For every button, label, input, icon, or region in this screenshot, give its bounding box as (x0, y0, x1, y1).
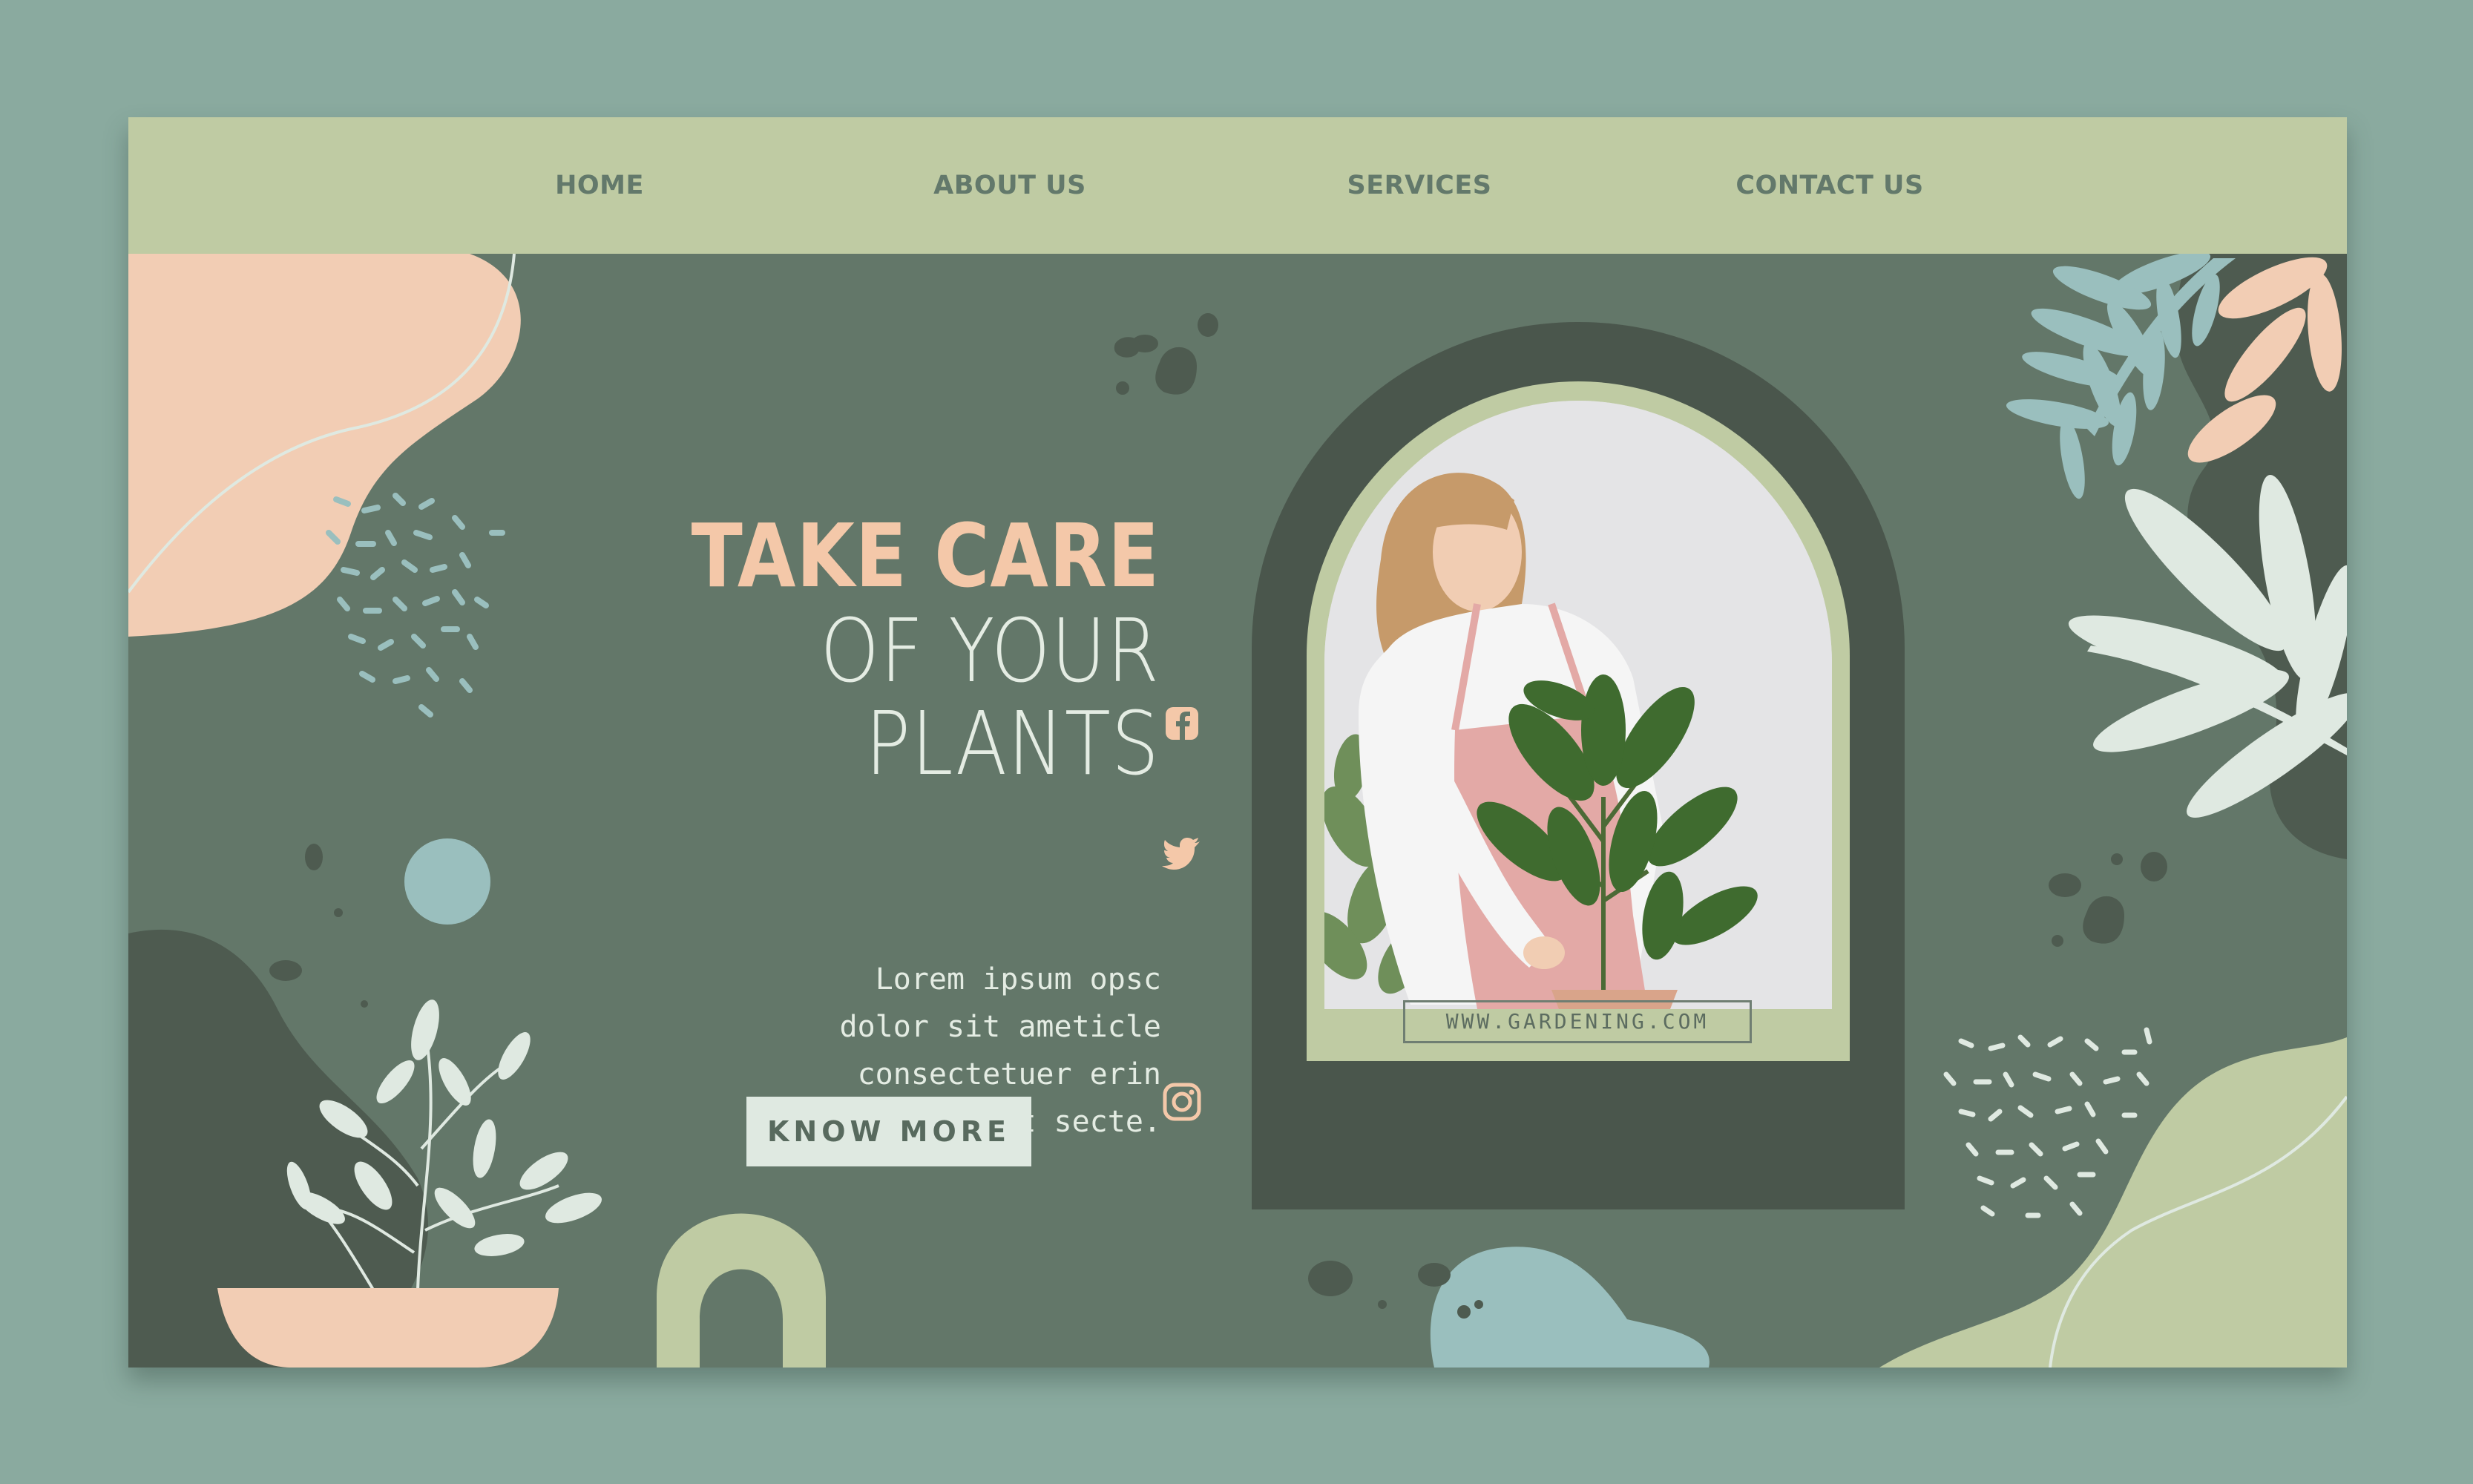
top-navbar: HOME ABOUT US SERVICES CONTACT US (128, 117, 2347, 254)
nav-contact-us[interactable]: CONTACT US (1681, 169, 1978, 202)
peach-blob-top-left (128, 254, 521, 637)
dark-splotches-top (1114, 313, 1218, 395)
photo-frame (1307, 381, 1850, 1061)
decorative-background (128, 251, 2347, 1368)
hero-headline: TAKE CARE OF YOUR PLANTS (544, 507, 1160, 790)
instagram-icon[interactable] (1160, 1080, 1204, 1124)
headline-line-1: TAKE CARE (691, 505, 1160, 607)
body-line: Lorem ipsum opsc (875, 962, 1161, 997)
gardening-url-caption: WWW.GARDENING.COM (1403, 1000, 1752, 1043)
headline-line-2: OF YOUR (820, 600, 1160, 702)
headline-line-3: PLANTS (865, 692, 1160, 795)
sage-blob-bottom-right (1879, 1037, 2347, 1368)
sage-arch-bottom (657, 1213, 826, 1368)
blue-blob-bottom-center (1430, 1247, 1710, 1368)
nav-about-us[interactable]: ABOUT US (861, 169, 1158, 202)
landing-page-card: HOME ABOUT US SERVICES CONTACT US TAKE C… (128, 117, 2347, 1368)
blue-dot-circle (404, 838, 490, 925)
know-more-button[interactable]: KNOW MORE (746, 1097, 1031, 1166)
dash-pattern-right (1943, 1027, 2152, 1218)
facebook-icon[interactable] (1160, 701, 1204, 746)
twitter-icon[interactable] (1160, 831, 1204, 876)
nav-services[interactable]: SERVICES (1271, 169, 1568, 202)
dash-pattern-left (326, 493, 505, 718)
plant-pot (217, 1288, 559, 1368)
body-line: consectetuer erin (857, 1057, 1161, 1091)
body-line: dolor sit ameticle (839, 1010, 1161, 1044)
nav-home[interactable]: HOME (451, 169, 748, 202)
